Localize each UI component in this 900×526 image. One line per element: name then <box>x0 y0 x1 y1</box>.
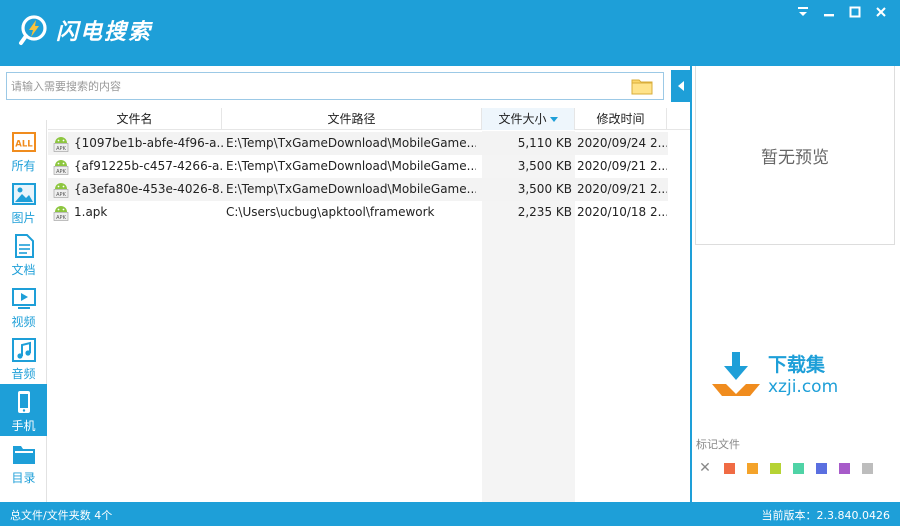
lightning-search-icon <box>19 15 47 45</box>
file-name: {af91225b-c457-4266-a... <box>74 159 224 173</box>
panel-divider[interactable] <box>690 66 692 502</box>
sort-desc-icon <box>549 117 558 122</box>
mark-swatch-gray[interactable] <box>862 462 873 474</box>
close-button[interactable] <box>868 2 894 22</box>
apk-file-icon: APK <box>53 160 69 175</box>
chevron-left-icon <box>677 81 684 91</box>
file-date: 2020/10/18 2... <box>577 205 667 219</box>
menu-icon <box>798 7 808 16</box>
sidebar-item-label: 音频 <box>11 367 36 381</box>
mark-color-picker: ✕ <box>698 461 873 475</box>
maximize-icon <box>849 6 861 18</box>
sidebar-item-label: 文档 <box>11 263 36 277</box>
svg-text:APK: APK <box>56 192 66 198</box>
phone-icon <box>18 391 30 413</box>
category-sidebar: ALL 所有 图片 文档 视频 音频 手机 目录 <box>0 120 47 502</box>
image-icon <box>12 183 36 205</box>
clear-mark-icon[interactable]: ✕ <box>698 461 712 475</box>
maximize-button[interactable] <box>842 2 868 22</box>
svg-text:APK: APK <box>56 169 66 175</box>
svg-text:ALL: ALL <box>15 140 33 150</box>
svg-text:APK: APK <box>56 146 66 152</box>
mark-swatch-lime[interactable] <box>770 462 781 474</box>
search-input[interactable] <box>7 73 617 99</box>
mark-swatch-blue[interactable] <box>816 462 827 474</box>
file-name: 1.apk <box>74 205 108 219</box>
sidebar-item-label: 所有 <box>11 159 36 173</box>
table-row[interactable]: APK {a3efa80e-453e-4026-8... E:\Temp\TxG… <box>48 178 668 201</box>
status-file-count: 总文件/文件夹数 4个 <box>10 509 113 522</box>
mark-swatch-teal[interactable] <box>793 462 804 474</box>
svg-text:APK: APK <box>56 215 66 221</box>
table-body: APK {1097be1b-abfe-4f96-a... E:\Temp\TxG… <box>48 132 668 224</box>
app-title: 闪电搜索 <box>56 20 153 45</box>
table-row[interactable]: APK {af91225b-c457-4266-a... E:\Temp\TxG… <box>48 155 668 178</box>
all-icon: ALL <box>12 132 36 152</box>
status-version: 当前版本：2.3.840.0426 <box>761 509 890 522</box>
close-icon <box>876 7 886 17</box>
minimize-button[interactable] <box>816 2 842 22</box>
svg-text:xzji.com: xzji.com <box>768 377 838 397</box>
search-bar <box>6 72 664 100</box>
apk-file-icon: APK <box>53 206 69 221</box>
file-table: 文件名 文件路径 文件大小 修改时间 APK {1097be1b-abfe-4f… <box>48 108 690 502</box>
mark-files-label: 标记文件 <box>696 438 740 451</box>
table-header: 文件名 文件路径 文件大小 修改时间 <box>48 108 690 130</box>
video-icon <box>12 288 36 309</box>
sidebar-item-audio[interactable]: 音频 <box>0 332 47 384</box>
column-header-size[interactable]: 文件大小 <box>482 108 575 130</box>
collapse-panel-button[interactable] <box>671 70 690 102</box>
sidebar-item-images[interactable]: 图片 <box>0 176 47 228</box>
table-row[interactable]: APK {1097be1b-abfe-4f96-a... E:\Temp\TxG… <box>48 132 668 155</box>
column-header-name[interactable]: 文件名 <box>48 108 222 130</box>
file-date: 2020/09/24 2... <box>577 136 667 150</box>
apk-file-icon: APK <box>53 137 69 152</box>
svg-text:下载集: 下载集 <box>768 353 826 376</box>
column-header-path[interactable]: 文件路径 <box>222 108 482 130</box>
column-header-date[interactable]: 修改时间 <box>575 108 667 130</box>
file-name: {a3efa80e-453e-4026-8... <box>74 182 224 196</box>
file-size: 3,500 KB <box>517 182 572 196</box>
sidebar-item-documents[interactable]: 文档 <box>0 228 47 280</box>
window-controls <box>790 2 894 22</box>
file-path: C:\Users\ucbug\apktool\framework <box>226 205 435 219</box>
file-path: E:\Temp\TxGameDownload\MobileGame... <box>226 136 476 150</box>
minimize-icon <box>824 14 834 17</box>
file-date: 2020/09/21 2... <box>577 182 667 196</box>
apk-file-icon: APK <box>53 183 69 198</box>
mark-swatch-orange[interactable] <box>747 462 758 474</box>
folder-icon <box>13 446 35 464</box>
sidebar-item-all[interactable]: ALL 所有 <box>0 124 47 176</box>
sidebar-item-video[interactable]: 视频 <box>0 280 47 332</box>
sidebar-item-label: 目录 <box>11 471 36 485</box>
sidebar-item-label: 手机 <box>11 419 36 433</box>
preview-empty-text: 暂无预览 <box>761 147 829 168</box>
menu-button[interactable] <box>790 2 816 22</box>
file-size: 2,235 KB <box>517 205 572 219</box>
table-row[interactable]: APK 1.apk C:\Users\ucbug\apktool\framewo… <box>48 201 668 224</box>
sidebar-item-directory[interactable]: 目录 <box>0 436 47 488</box>
mark-swatch-red[interactable] <box>724 462 735 474</box>
file-date: 2020/09/21 2... <box>577 159 667 173</box>
file-path: E:\Temp\TxGameDownload\MobileGame... <box>226 159 476 173</box>
sidebar-item-label: 图片 <box>11 211 36 225</box>
browse-folder-icon[interactable] <box>631 77 653 95</box>
preview-panel: 暂无预览 <box>695 66 895 245</box>
file-path: E:\Temp\TxGameDownload\MobileGame... <box>226 182 476 196</box>
file-size: 3,500 KB <box>517 159 572 173</box>
document-icon <box>15 234 34 258</box>
audio-icon <box>12 338 36 362</box>
title-bar: 闪电搜索 <box>0 0 900 66</box>
file-name: {1097be1b-abfe-4f96-a... <box>74 136 224 150</box>
mark-swatch-purple[interactable] <box>839 462 850 474</box>
file-size: 5,110 KB <box>517 136 572 150</box>
app-logo: 闪电搜索 <box>18 14 152 46</box>
sidebar-item-phone[interactable]: 手机 <box>0 384 47 436</box>
status-bar: 总文件/文件夹数 4个 当前版本：2.3.840.0426 <box>0 502 900 526</box>
sidebar-item-label: 视频 <box>11 315 36 329</box>
watermark-logo: 下载集 xzji.com <box>712 352 838 397</box>
